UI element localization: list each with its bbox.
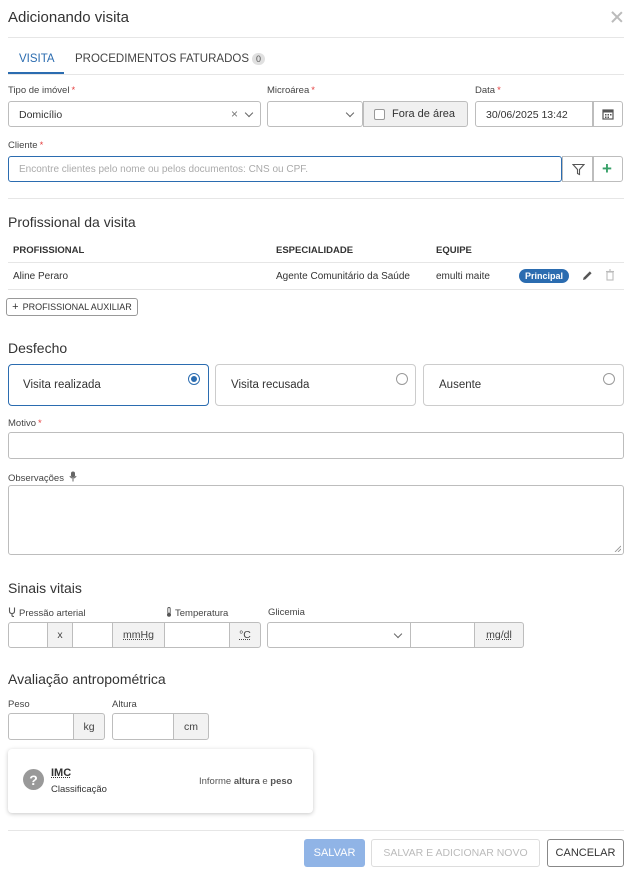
temperatura-unit: °C <box>229 622 261 648</box>
data-value: 30/06/2025 13:42 <box>486 109 568 121</box>
footer-divider <box>8 830 624 831</box>
profissional-nome: Aline Peraro <box>13 271 69 282</box>
sinais-section-title: Sinais vitais <box>8 580 82 596</box>
temperatura-label: Temperatura <box>166 607 228 619</box>
imc-classificacao: Classificação <box>51 784 107 795</box>
calendar-icon <box>602 109 614 120</box>
data-label: Data * <box>475 85 501 96</box>
chevron-down-icon <box>244 108 254 118</box>
dialog-title: Adicionando visita <box>8 9 129 26</box>
profissional-equipe: emulti maite <box>436 271 490 282</box>
option-label: Ausente <box>439 379 482 391</box>
calendar-button[interactable] <box>593 101 623 127</box>
radio-unselected[interactable] <box>603 373 615 385</box>
table-row-divider <box>8 289 624 290</box>
edit-icon[interactable] <box>582 270 593 281</box>
peso-unit: kg <box>73 713 105 740</box>
filter-icon <box>572 163 585 176</box>
fora-area-checkbox[interactable] <box>374 109 385 120</box>
section-divider <box>8 198 624 199</box>
peso-input[interactable] <box>8 713 74 740</box>
fora-area-toggle[interactable]: Fora de área <box>363 101 468 127</box>
tipo-imovel-value: Domicílio <box>19 109 63 121</box>
question-icon: ? <box>23 769 44 790</box>
cliente-label: Cliente * <box>8 140 44 151</box>
option-visita-realizada[interactable]: Visita realizada <box>8 364 209 406</box>
option-visita-recusada[interactable]: Visita recusada <box>215 364 416 406</box>
col-header-equipe: EQUIPE <box>436 245 472 256</box>
plus-icon: + <box>602 159 612 178</box>
data-input[interactable]: 30/06/2025 13:42 <box>475 101 593 127</box>
close-icon[interactable] <box>610 10 624 24</box>
microarea-label: Microárea * <box>267 85 315 96</box>
chevron-down-icon <box>393 629 403 639</box>
principal-badge: Principal <box>519 269 570 283</box>
tab-procedimentos-label: PROCEDIMENTOS FATURADOS <box>75 53 250 65</box>
cliente-search-input[interactable]: Encontre clientes pelo nome ou pelos doc… <box>8 156 562 182</box>
add-cliente-button[interactable]: + <box>593 156 623 182</box>
salvar-button[interactable]: SALVAR <box>304 839 365 867</box>
antropometria-section-title: Avaliação antropométrica <box>8 671 166 687</box>
option-label: Visita recusada <box>231 379 310 391</box>
header-divider <box>8 37 624 38</box>
tabs-divider <box>8 74 624 75</box>
glicemia-momento-select[interactable] <box>267 622 411 648</box>
cliente-placeholder: Encontre clientes pelo nome ou pelos doc… <box>19 164 309 175</box>
microarea-select[interactable] <box>267 101 363 127</box>
observacoes-label: Observações <box>8 471 77 484</box>
col-header-especialidade: ESPECIALIDADE <box>276 245 354 256</box>
filter-button[interactable] <box>562 156 593 182</box>
stethoscope-icon <box>8 607 16 618</box>
glicemia-unit: mg/dl <box>474 622 524 648</box>
tipo-imovel-select[interactable]: Domicílio × <box>8 101 261 127</box>
altura-label: Altura <box>112 699 137 710</box>
imc-hint: Informe altura e peso <box>199 776 293 787</box>
desfecho-section-title: Desfecho <box>8 340 68 356</box>
altura-input[interactable] <box>112 713 174 740</box>
option-label: Visita realizada <box>23 379 101 391</box>
imc-card: ? IMC Classificação Informe altura e pes… <box>8 749 313 813</box>
glicemia-input[interactable] <box>410 622 475 648</box>
tab-visita[interactable]: VISITA <box>19 53 55 65</box>
add-profissional-auxiliar-button[interactable]: + PROFISSIONAL AUXILIAR <box>6 298 138 316</box>
profissional-especialidade: Agente Comunitário da Saúde <box>276 271 410 282</box>
tipo-imovel-label: Tipo de imóvel * <box>8 85 76 96</box>
resize-handle-icon[interactable] <box>614 545 621 552</box>
pressao-separator: x <box>47 622 73 648</box>
peso-label: Peso <box>8 699 30 710</box>
imc-title: IMC <box>51 767 72 779</box>
tab-procedimentos[interactable]: PROCEDIMENTOS FATURADOS 0 <box>75 53 266 65</box>
col-header-profissional: PROFISSIONAL <box>13 245 85 256</box>
pressao-diastolica-input[interactable] <box>72 622 113 648</box>
option-ausente[interactable]: Ausente <box>423 364 624 406</box>
pressao-sistolica-input[interactable] <box>8 622 48 648</box>
motivo-label: Motivo * <box>8 418 42 429</box>
chevron-down-icon <box>345 108 355 118</box>
temperatura-input[interactable] <box>164 622 230 648</box>
trash-icon[interactable] <box>605 269 615 281</box>
salvar-adicionar-novo-button[interactable]: SALVAR E ADICIONAR NOVO <box>371 839 540 867</box>
add-profissional-label: PROFISSIONAL AUXILIAR <box>22 302 132 312</box>
radio-selected[interactable] <box>188 373 200 385</box>
profissional-section-title: Profissional da visita <box>8 214 136 230</box>
altura-unit: cm <box>173 713 209 740</box>
clear-icon[interactable]: × <box>231 107 238 121</box>
pressao-unit: mmHg <box>112 622 165 648</box>
table-row: Aline Peraro Agente Comunitário da Saúde… <box>8 263 624 289</box>
procedimentos-count-badge: 0 <box>252 53 266 65</box>
thermometer-icon <box>167 607 171 617</box>
fora-area-label: Fora de área <box>392 108 455 120</box>
motivo-input[interactable] <box>8 432 624 459</box>
pressao-label: Pressão arterial <box>8 607 86 619</box>
cancelar-button[interactable]: CANCELAR <box>547 839 624 867</box>
microphone-icon[interactable] <box>69 471 77 482</box>
glicemia-label: Glicemia <box>268 607 305 618</box>
plus-icon: + <box>12 301 19 313</box>
radio-unselected[interactable] <box>396 373 408 385</box>
observacoes-textarea[interactable] <box>8 485 624 555</box>
